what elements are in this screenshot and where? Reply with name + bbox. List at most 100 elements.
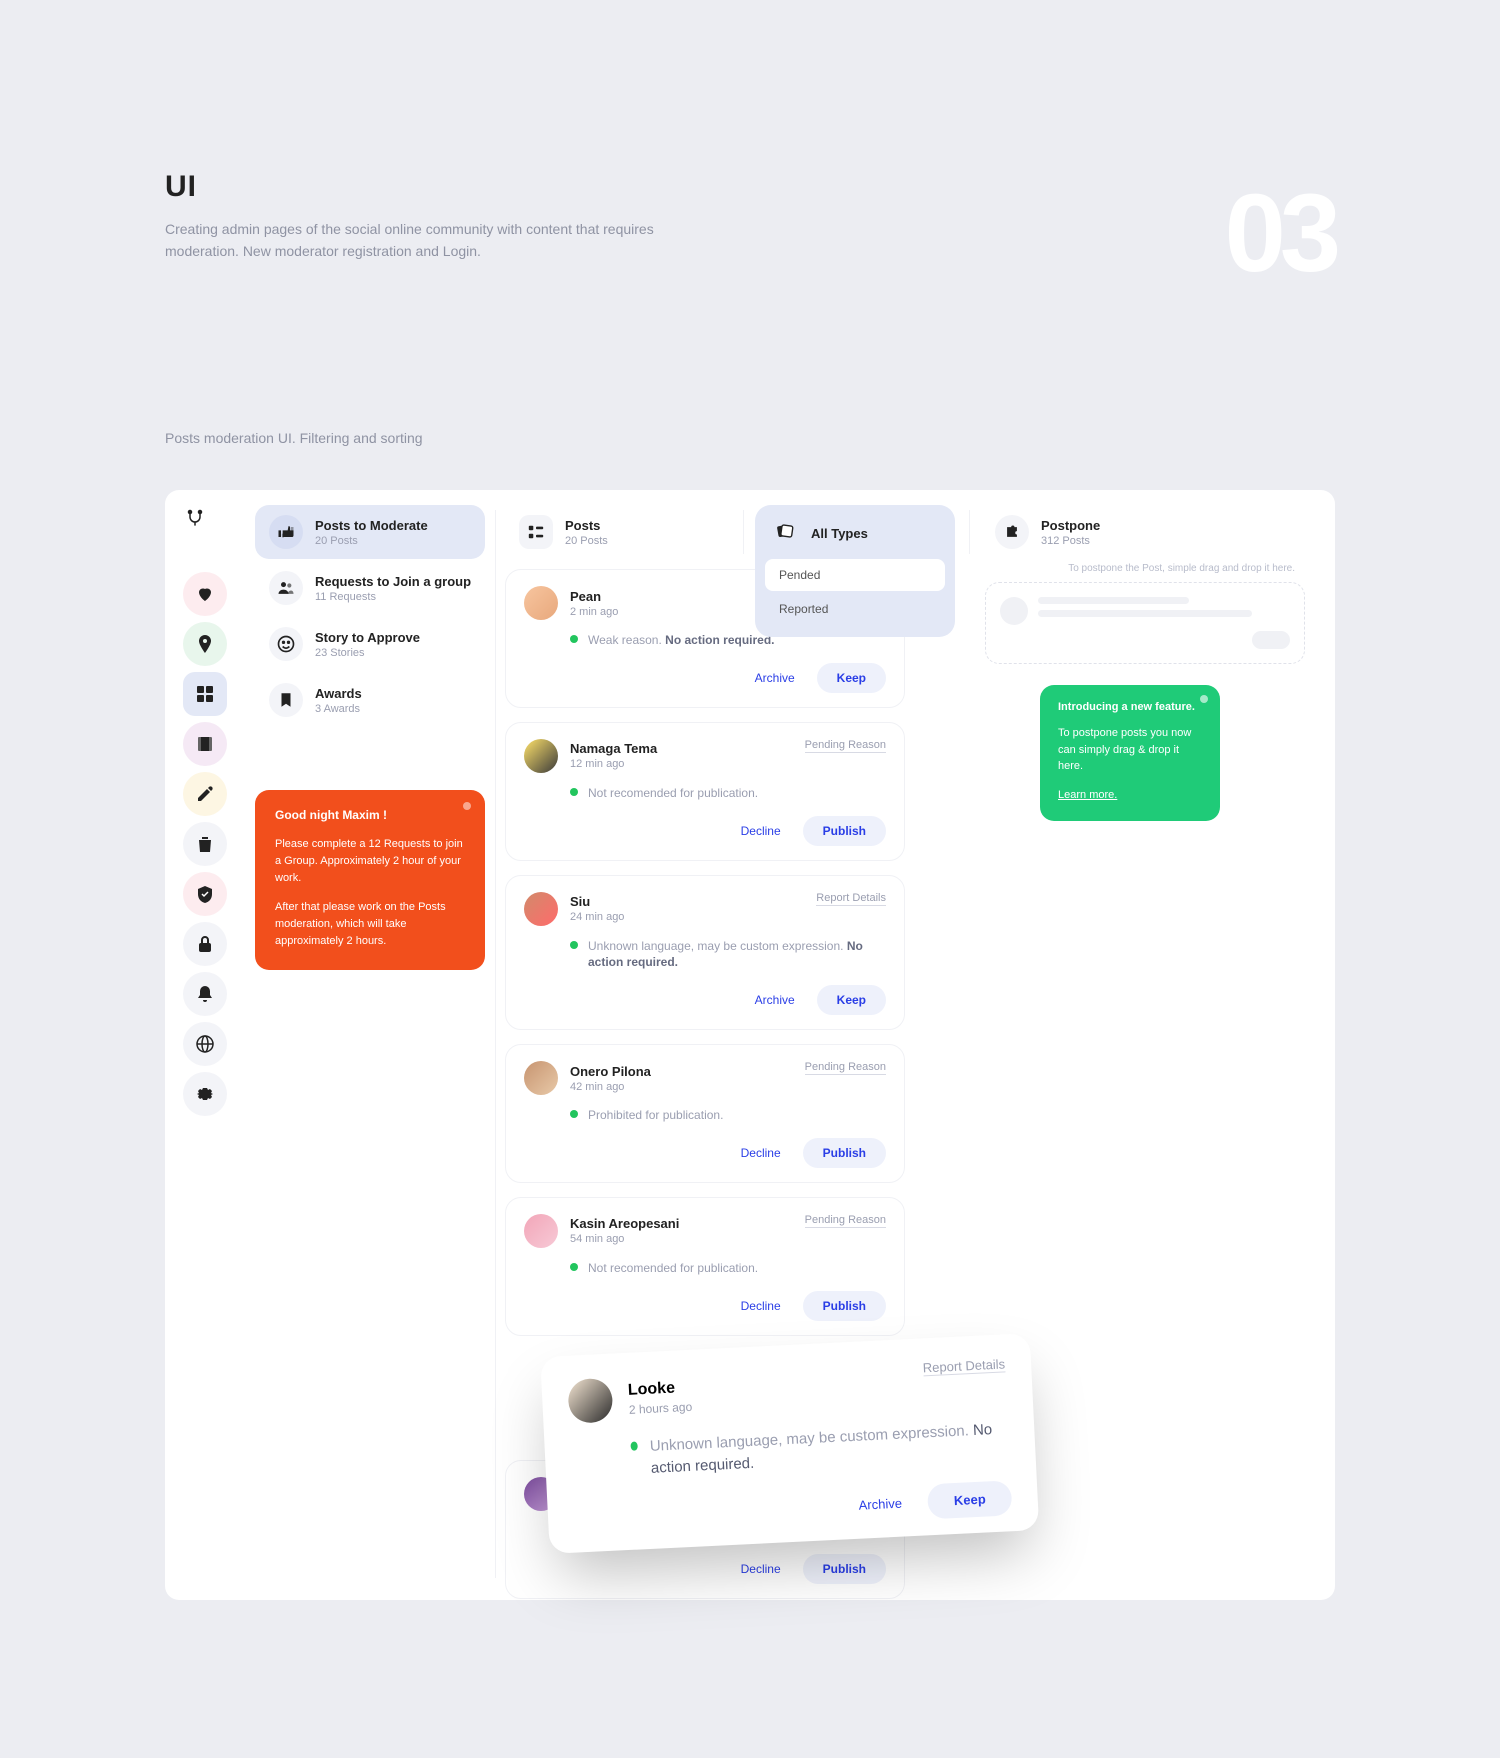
postpone-header: Postpone 312 Posts [985, 505, 1305, 559]
thumbs-icon [269, 515, 303, 549]
section-caption: Posts moderation UI. Filtering and sorti… [165, 430, 423, 446]
category-column: Posts to Moderate20 PostsRequests to Joi… [255, 505, 485, 729]
puzzle-icon [995, 515, 1029, 549]
post-time: 24 min ago [570, 911, 624, 923]
post-card[interactable]: Siu24 min agoReport DetailsUnknown langu… [505, 875, 905, 1031]
post-reason: Unknown language, may be custom expressi… [649, 1418, 1010, 1479]
category-thumbs[interactable]: Posts to Moderate20 Posts [255, 505, 485, 559]
post-details-link[interactable]: Pending Reason [805, 1061, 886, 1075]
nav-dashboard[interactable] [183, 672, 227, 716]
post-time: 42 min ago [570, 1081, 651, 1093]
post-time: 2 min ago [570, 606, 618, 618]
action-primary-button[interactable]: Publish [803, 816, 886, 846]
archive-button[interactable]: Archive [846, 1485, 915, 1523]
postpone-title: Postpone [1041, 518, 1100, 533]
bookmark-icon [269, 683, 303, 717]
nav-trash[interactable] [183, 822, 227, 866]
nav-lock[interactable] [183, 922, 227, 966]
post-card[interactable]: Kasin Areopesani 54 min ago Pending Reason… [505, 1197, 905, 1336]
divider [495, 510, 496, 1578]
action-secondary-button[interactable]: Archive [743, 663, 807, 693]
action-primary-button[interactable]: Keep [817, 985, 886, 1015]
action-secondary-button[interactable]: Decline [729, 1138, 793, 1168]
status-dot-icon [463, 802, 471, 810]
avatar [524, 1214, 558, 1248]
divider [969, 510, 970, 554]
post-author: Looke [627, 1378, 691, 1399]
post-details-link[interactable]: Pending Reason [805, 1214, 886, 1228]
nav-gear[interactable] [183, 1072, 227, 1116]
sidebar-rail [165, 490, 245, 1600]
category-title: Requests to Join a group [315, 574, 471, 589]
post-author: Onero Pilona [570, 1064, 651, 1079]
post-reason: Not recomended for publication. [588, 1260, 758, 1277]
nav-bell[interactable] [183, 972, 227, 1016]
action-primary-button[interactable]: Publish [803, 1138, 886, 1168]
nav-shield[interactable] [183, 872, 227, 916]
post-card[interactable]: Onero Pilona42 min agoPending ReasonProh… [505, 1044, 905, 1183]
post-author: Pean [570, 589, 618, 604]
nav-pin[interactable] [183, 622, 227, 666]
filter-header[interactable]: All Types [765, 515, 945, 557]
category-sub: 3 Awards [315, 703, 362, 715]
post-reason: Weak reason. No action required. [588, 632, 775, 649]
post-time: 54 min ago [570, 1233, 679, 1245]
action-primary-button[interactable]: Keep [817, 663, 886, 693]
action-primary-button[interactable]: Publish [803, 1554, 886, 1584]
post-author: Kasin Areopesani [570, 1216, 679, 1231]
nav-pencil[interactable] [183, 772, 227, 816]
filter-title: All Types [811, 526, 868, 541]
skeleton-lines [1038, 597, 1290, 649]
page-title: UI [165, 170, 685, 204]
nav-film[interactable] [183, 722, 227, 766]
app-window: Posts to Moderate20 PostsRequests to Joi… [165, 490, 1335, 1600]
status-dot-icon [570, 941, 578, 949]
post-card[interactable]: Namaga Tema12 min agoPending ReasonNot r… [505, 722, 905, 861]
category-bookmark[interactable]: Awards3 Awards [255, 673, 485, 727]
action-secondary-button[interactable]: Decline [729, 1554, 793, 1584]
list-icon [519, 515, 553, 549]
status-dot-icon [1200, 695, 1208, 703]
filter-option-pended[interactable]: Pended [765, 559, 945, 591]
nav-globe[interactable] [183, 1022, 227, 1066]
post-details-link[interactable]: Pending Reason [805, 739, 886, 753]
category-sub: 20 Posts [315, 535, 428, 547]
avatar [524, 892, 558, 926]
notification-card: Good night Maxim ! Please complete a 12 … [255, 790, 485, 970]
action-secondary-button[interactable]: Decline [729, 816, 793, 846]
avatar [567, 1378, 613, 1424]
posts-count: 20 Posts [565, 535, 608, 547]
tip-body: To postpone posts you now can simply dra… [1058, 725, 1202, 775]
postpone-count: 312 Posts [1041, 535, 1100, 547]
status-dot-icon [630, 1441, 638, 1450]
action-primary-button[interactable]: Publish [803, 1291, 886, 1321]
tip-title: Introducing a new feature. [1058, 701, 1202, 713]
action-secondary-button[interactable]: Decline [729, 1291, 793, 1321]
page-number: 03 [1225, 170, 1335, 297]
filter-option-reported[interactable]: Reported [765, 593, 945, 625]
avatar [524, 739, 558, 773]
logo-icon [185, 508, 225, 548]
postpone-column: Postpone 312 Posts To postpone the Post,… [985, 505, 1305, 664]
category-sub: 23 Stories [315, 647, 420, 659]
nav-heart[interactable] [183, 572, 227, 616]
tip-link[interactable]: Learn more. [1058, 789, 1117, 801]
postpone-hint: To postpone the Post, simple drag and dr… [985, 559, 1305, 582]
post-time: 2 hours ago [629, 1399, 693, 1416]
post-time: 12 min ago [570, 758, 657, 770]
avatar [524, 586, 558, 620]
status-dot-icon [570, 635, 578, 643]
cards-icon [775, 521, 799, 545]
drop-zone[interactable] [985, 582, 1305, 664]
post-card-dragging[interactable]: Looke 2 hours ago Report Details Unknown… [540, 1333, 1039, 1553]
category-face[interactable]: Story to Approve23 Stories [255, 617, 485, 671]
post-author: Namaga Tema [570, 741, 657, 756]
action-secondary-button[interactable]: Archive [743, 985, 807, 1015]
post-author: Siu [570, 894, 624, 909]
avatar [524, 1061, 558, 1095]
category-people[interactable]: Requests to Join a group11 Requests [255, 561, 485, 615]
filter-dropdown[interactable]: All Types Pended Reported [755, 505, 955, 637]
keep-button[interactable]: Keep [927, 1480, 1012, 1519]
face-icon [269, 627, 303, 661]
post-details-link[interactable]: Report Details [816, 892, 886, 906]
